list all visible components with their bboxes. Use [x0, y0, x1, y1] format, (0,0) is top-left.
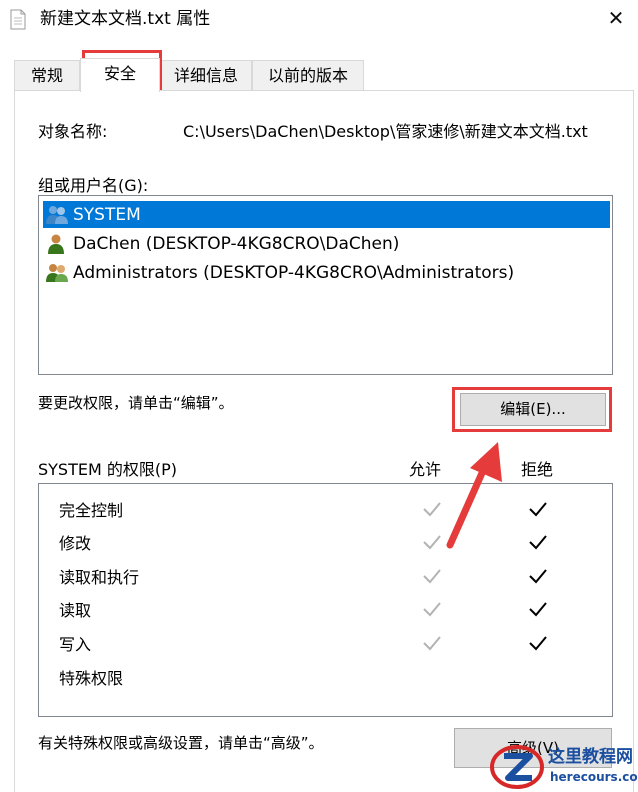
permission-row-full-control: 完全控制 [59, 497, 599, 523]
permission-row-modify: 修改 [59, 530, 599, 556]
tab-details[interactable]: 详细信息 [160, 60, 252, 91]
allow-check-icon [423, 569, 441, 584]
allow-column-header: 允许 [409, 460, 442, 479]
watermark-logo: 这里教程网 herecours.com [488, 742, 638, 792]
user-list[interactable]: SYSTEM DaChen (DESKTOP-4KG8CRO\DaChen) A… [38, 195, 613, 375]
tab-security[interactable]: 安全 [80, 58, 160, 92]
deny-check-icon [529, 602, 547, 617]
permission-name: 完全控制 [59, 501, 124, 520]
permissions-list: 完全控制 修改 读取和执行 读取 写入 特殊权限 [38, 483, 613, 717]
text-file-icon [10, 9, 26, 30]
allow-check-icon [423, 535, 441, 550]
permission-name: 读取和执行 [59, 568, 140, 587]
permission-name: 读取 [59, 601, 92, 620]
permission-row-special: 特殊权限 [59, 665, 599, 691]
watermark-z-icon [490, 745, 544, 789]
permission-row-read: 读取 [59, 597, 599, 623]
close-button[interactable]: ✕ [604, 6, 628, 30]
user-name: Administrators (DESKTOP-4KG8CRO\Administ… [73, 262, 515, 283]
tab-previous-versions[interactable]: 以前的版本 [252, 60, 364, 91]
deny-column-header: 拒绝 [521, 460, 554, 479]
deny-check-icon [529, 502, 547, 517]
advanced-hint: 有关特殊权限或高级设置，请单击“高级”。 [38, 734, 324, 752]
edit-button[interactable]: 编辑(E)... [460, 393, 606, 426]
title-bar: 新建文本文档.txt 属性 ✕ [0, 0, 638, 40]
permission-name: 写入 [59, 635, 92, 654]
user-name: DaChen (DESKTOP-4KG8CRO\DaChen) [73, 233, 400, 254]
users-group-icon [46, 205, 68, 224]
user-row-administrators[interactable]: Administrators (DESKTOP-4KG8CRO\Administ… [43, 259, 610, 286]
user-name: SYSTEM [73, 204, 141, 225]
users-group-icon [46, 263, 68, 282]
close-icon: ✕ [607, 6, 625, 30]
watermark-url: herecours.com [550, 770, 638, 784]
change-permissions-hint: 要更改权限，请单击“编辑”。 [38, 394, 234, 412]
tab-general[interactable]: 常规 [14, 60, 80, 91]
watermark-name: 这里教程网 [548, 747, 633, 767]
annotation-arrow-icon [446, 442, 502, 549]
window-title: 新建文本文档.txt 属性 [40, 9, 211, 29]
permissions-header: SYSTEM 的权限(P) [38, 460, 177, 479]
object-name-label: 对象名称: [38, 122, 108, 141]
permission-row-write: 写入 [59, 631, 599, 657]
permission-name: 特殊权限 [59, 669, 124, 688]
deny-check-icon [529, 535, 547, 550]
deny-check-icon [529, 636, 547, 651]
allow-check-icon [423, 502, 441, 517]
allow-check-icon [423, 636, 441, 651]
deny-check-icon [529, 569, 547, 584]
tab-strip: 常规 安全 详细信息 以前的版本 [14, 58, 634, 92]
group-users-label: 组或用户名(G): [38, 176, 149, 195]
allow-check-icon [423, 602, 441, 617]
user-icon [48, 234, 64, 254]
permission-row-read-execute: 读取和执行 [59, 564, 599, 590]
user-row-system[interactable]: SYSTEM [43, 201, 610, 228]
user-row-dachen[interactable]: DaChen (DESKTOP-4KG8CRO\DaChen) [43, 230, 610, 257]
object-name-value: C:\Users\DaChen\Desktop\管家速修\新建文本文档.txt [183, 122, 588, 141]
permission-name: 修改 [59, 534, 92, 553]
